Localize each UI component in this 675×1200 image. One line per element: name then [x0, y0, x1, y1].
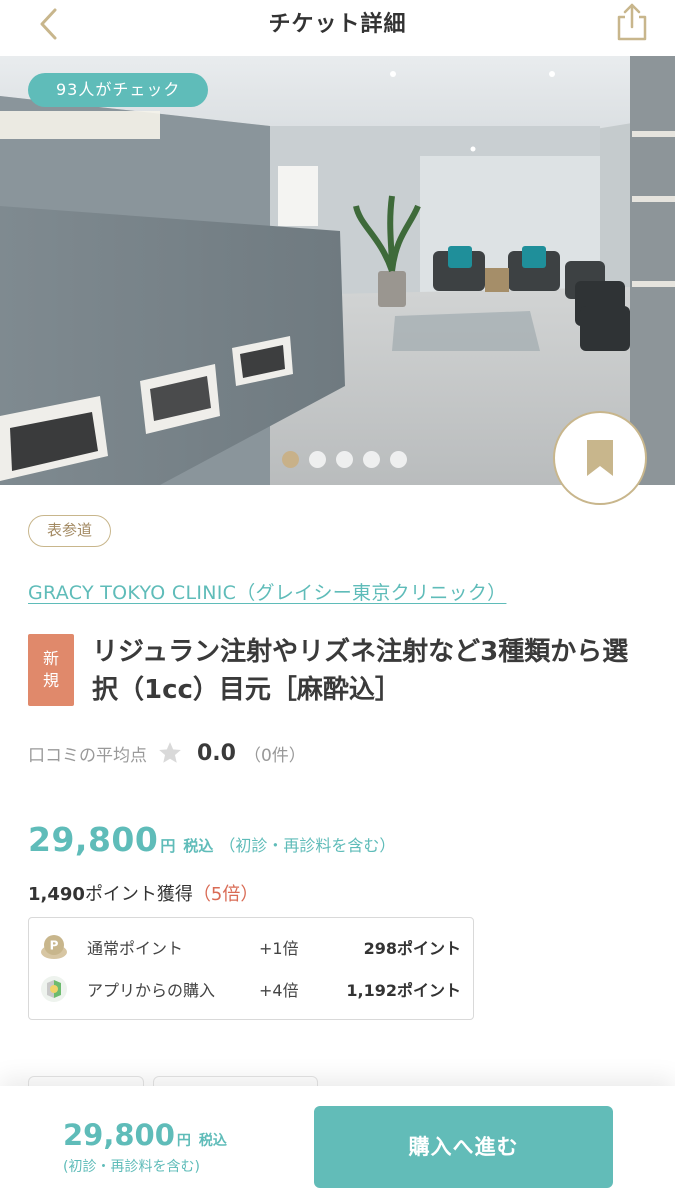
points-row-label: 通常ポイント — [87, 939, 184, 958]
new-badge-line1: 新 — [42, 649, 59, 668]
ticket-title: リジュラン注射やリズネ注射など3種類から選択（1cc）目元［麻酔込］ — [92, 637, 629, 705]
bookmark-icon — [587, 440, 613, 476]
carousel-dot-active[interactable] — [282, 451, 299, 468]
points-breakdown: P 通常ポイント +1倍 298ポイント アプリからの購入 +4倍 1,192ポ… — [28, 917, 474, 1020]
area-tag[interactable]: 表参道 — [28, 515, 112, 547]
star-icon — [159, 742, 181, 763]
points-row-multiplier: +4倍 — [259, 981, 299, 1000]
proceed-to-purchase-button[interactable]: 購入へ進む — [314, 1106, 613, 1188]
footer-price-unit: 円 — [176, 1133, 191, 1149]
review-score: 0.0 — [197, 740, 236, 766]
price-unit: 円 — [160, 837, 176, 855]
points-earned-multiplier: （5倍） — [192, 884, 259, 905]
price: 29,800 円 税込 （初診・再診料を含む） — [28, 820, 395, 864]
share-button[interactable] — [610, 0, 654, 44]
share-icon — [617, 3, 647, 41]
carousel-dot[interactable] — [309, 451, 326, 468]
new-badge: 新 規 — [28, 634, 74, 706]
bookmark-button[interactable] — [553, 411, 647, 505]
app-purchase-icon — [41, 976, 67, 1002]
points-row: P 通常ポイント +1倍 298ポイント — [29, 932, 475, 962]
carousel-dot[interactable] — [336, 451, 353, 468]
points-earned-text: ポイント獲得 — [84, 884, 193, 905]
carousel-dots — [282, 451, 407, 468]
purchase-footer: 29,800 円 税込 (初診・再診料を含む) 購入へ進む — [0, 1086, 675, 1200]
review-count: （0件） — [243, 745, 306, 766]
points-row-points: 1,192ポイント — [346, 981, 461, 1000]
carousel-dot[interactable] — [363, 451, 380, 468]
clinic-name-link[interactable]: GRACY TOKYO CLINIC（グレイシー東京クリニック） — [28, 578, 506, 605]
points-row-points: 298ポイント — [363, 939, 461, 958]
footer-price-tax: 税込 — [198, 1133, 227, 1149]
svg-text:P: P — [50, 939, 59, 953]
price-tax: 税込 — [183, 837, 214, 855]
page-title: チケット詳細 — [268, 12, 407, 37]
points-row-multiplier: +1倍 — [259, 939, 299, 958]
points-row: アプリからの購入 +4倍 1,192ポイント — [29, 974, 475, 1004]
header: チケット詳細 — [0, 0, 675, 56]
point-coin-icon: P — [41, 935, 67, 959]
points-row-label: アプリからの購入 — [87, 981, 216, 1000]
points-earned: 1,490ポイント獲得（5倍） — [28, 880, 258, 906]
footer-price-note: (初診・再診料を含む) — [63, 1159, 200, 1175]
footer-price-value: 29,800 — [63, 1118, 175, 1152]
price-note: （初診・再診料を含む） — [219, 836, 396, 855]
check-count-badge: 93人がチェック — [28, 73, 209, 107]
review-label: 口コミの平均点 — [28, 745, 147, 766]
footer-price: 29,800 円 税込 — [63, 1118, 227, 1152]
new-badge-line2: 規 — [42, 671, 59, 690]
review-summary[interactable]: 口コミの平均点 0.0 （0件） — [28, 738, 306, 768]
points-earned-number: 1,490 — [28, 884, 85, 905]
price-value: 29,800 — [28, 820, 159, 859]
carousel-dot[interactable] — [390, 451, 407, 468]
